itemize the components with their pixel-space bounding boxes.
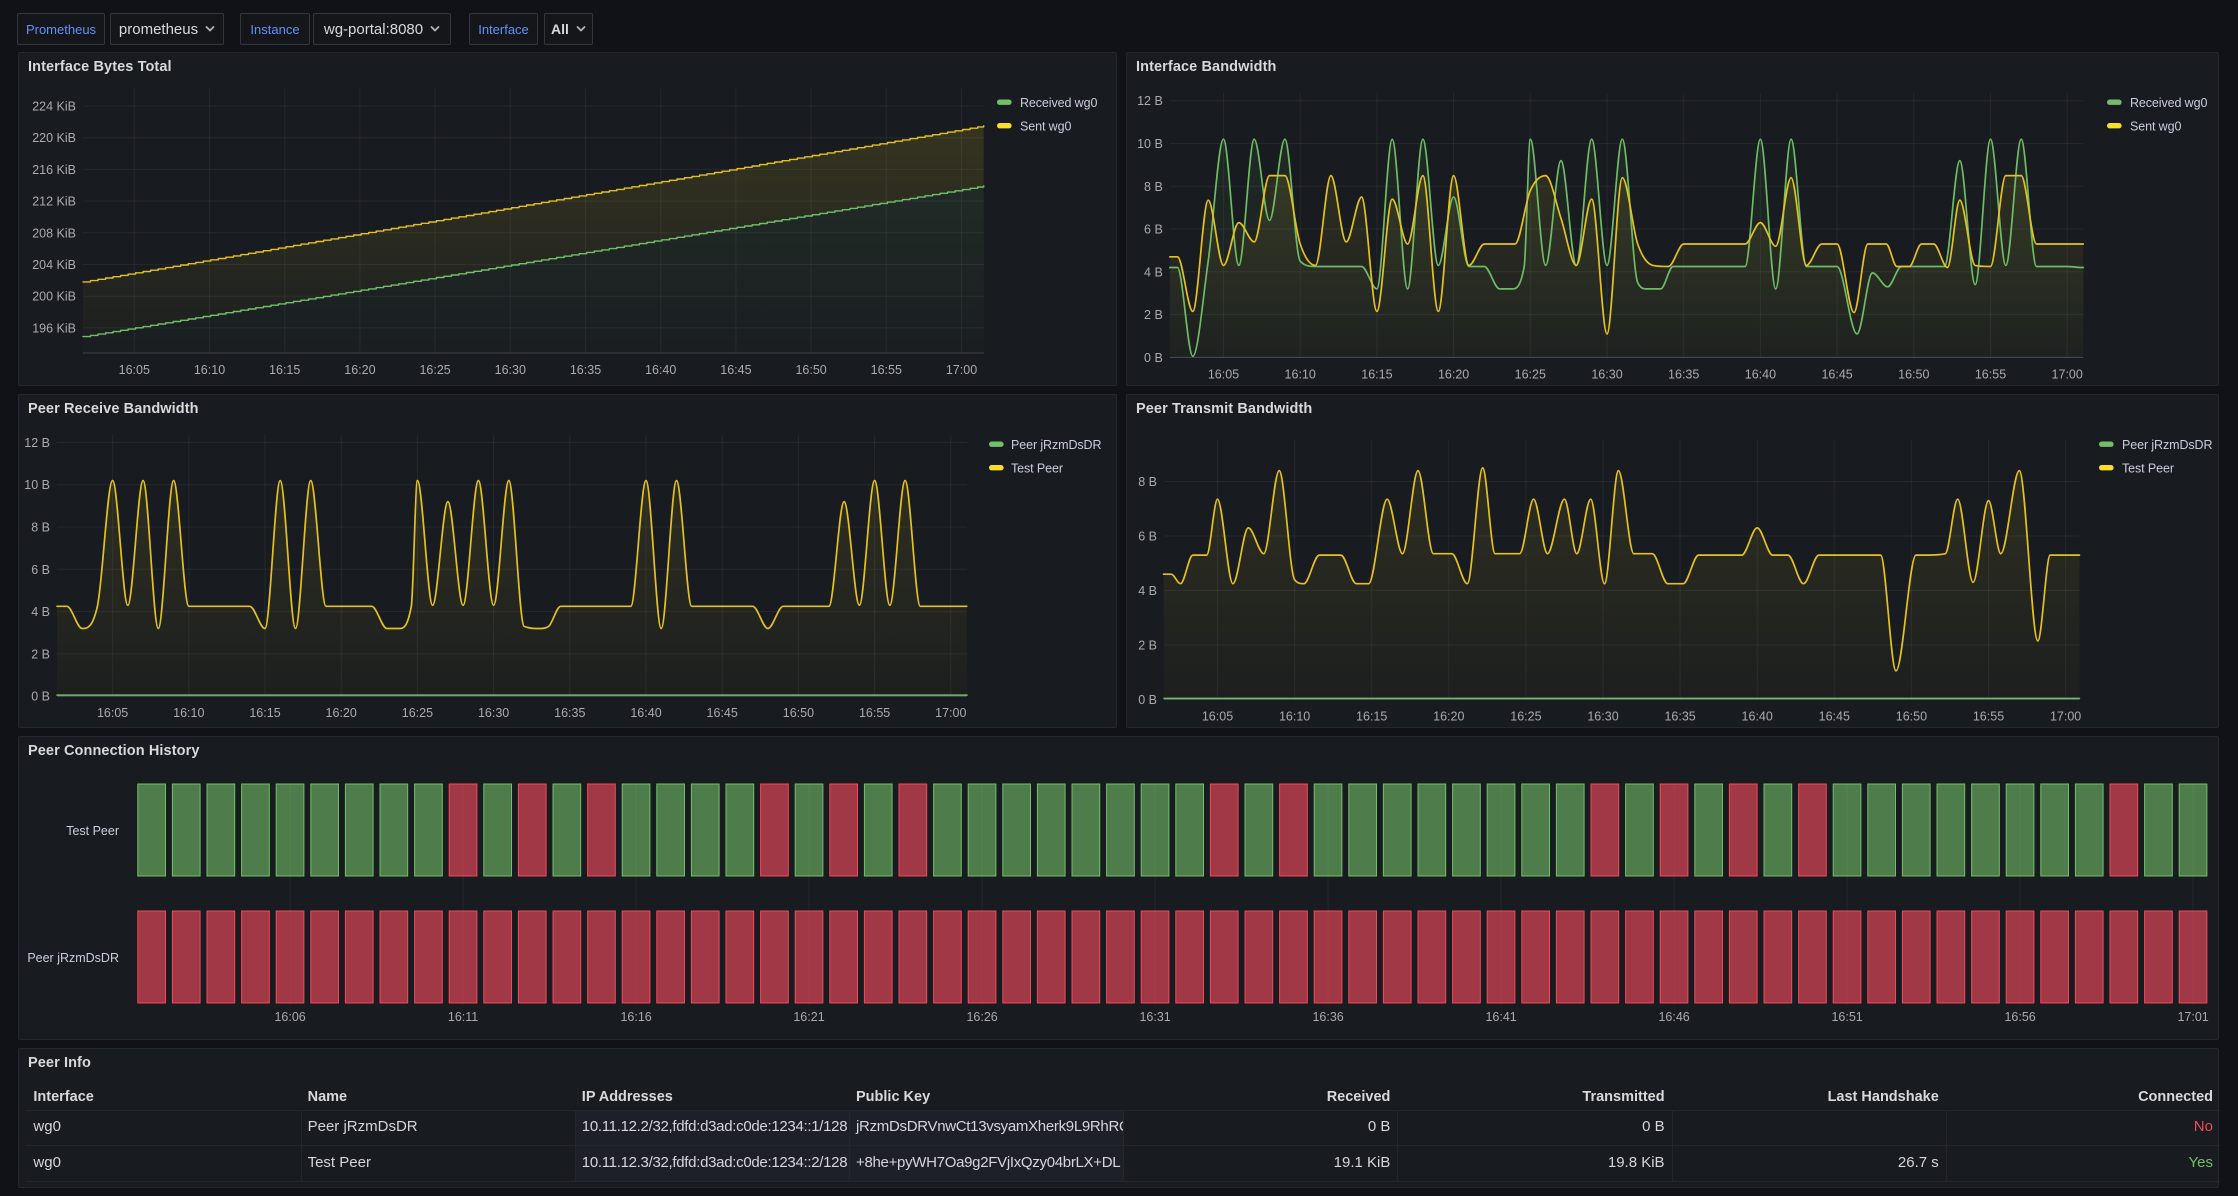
svg-text:16:05: 16:05 <box>97 706 128 720</box>
svg-text:16:51: 16:51 <box>1831 1010 1862 1024</box>
svg-text:16:20: 16:20 <box>1438 367 1469 381</box>
svg-text:4 B: 4 B <box>31 605 50 619</box>
svg-text:16:15: 16:15 <box>1356 710 1387 724</box>
svg-text:16:10: 16:10 <box>194 363 225 377</box>
svg-text:16:40: 16:40 <box>1742 710 1773 724</box>
svg-text:16:45: 16:45 <box>720 363 751 377</box>
svg-text:Peer jRzmDsDR: Peer jRzmDsDR <box>2122 438 2212 452</box>
svg-text:8 B: 8 B <box>1144 180 1163 194</box>
svg-text:16:30: 16:30 <box>1591 367 1622 381</box>
svg-text:0 B: 0 B <box>1138 693 1157 707</box>
svg-text:16:46: 16:46 <box>1658 1010 1689 1024</box>
svg-text:16:05: 16:05 <box>1202 710 1233 724</box>
svg-text:220 KiB: 220 KiB <box>32 131 76 145</box>
svg-text:16:10: 16:10 <box>1279 710 1310 724</box>
svg-text:16:40: 16:40 <box>1745 367 1776 381</box>
svg-text:200 KiB: 200 KiB <box>32 290 76 304</box>
svg-text:16:05: 16:05 <box>1208 367 1239 381</box>
svg-text:2 B: 2 B <box>1138 639 1157 653</box>
svg-text:6 B: 6 B <box>1138 530 1157 544</box>
svg-text:16:30: 16:30 <box>478 706 509 720</box>
svg-text:16:55: 16:55 <box>1975 367 2006 381</box>
svg-text:16:35: 16:35 <box>1664 710 1695 724</box>
svg-text:10 B: 10 B <box>24 478 50 492</box>
svg-text:Received wg0: Received wg0 <box>2130 96 2207 110</box>
svg-text:Test Peer: Test Peer <box>1011 462 1063 476</box>
svg-text:16:31: 16:31 <box>1139 1010 1170 1024</box>
svg-text:10 B: 10 B <box>1137 137 1163 151</box>
svg-text:16:50: 16:50 <box>783 706 814 720</box>
svg-text:16:25: 16:25 <box>419 363 450 377</box>
svg-text:224 KiB: 224 KiB <box>32 100 76 114</box>
svg-text:16:10: 16:10 <box>173 706 204 720</box>
svg-text:16:35: 16:35 <box>1668 367 1699 381</box>
svg-text:16:15: 16:15 <box>249 706 280 720</box>
svg-text:16:35: 16:35 <box>570 363 601 377</box>
svg-text:17:00: 17:00 <box>2050 710 2081 724</box>
svg-text:16:30: 16:30 <box>1587 710 1618 724</box>
svg-text:16:45: 16:45 <box>1819 710 1850 724</box>
svg-text:16:21: 16:21 <box>793 1010 824 1024</box>
svg-text:16:20: 16:20 <box>1433 710 1464 724</box>
svg-text:17:00: 17:00 <box>935 706 966 720</box>
svg-text:16:45: 16:45 <box>707 706 738 720</box>
svg-text:16:55: 16:55 <box>1973 710 2004 724</box>
svg-text:16:20: 16:20 <box>344 363 375 377</box>
svg-text:16:55: 16:55 <box>871 363 902 377</box>
svg-text:Test Peer: Test Peer <box>66 824 119 838</box>
svg-text:2 B: 2 B <box>1144 308 1163 322</box>
svg-text:17:01: 17:01 <box>2177 1010 2208 1024</box>
svg-text:16:05: 16:05 <box>119 363 150 377</box>
svg-text:208 KiB: 208 KiB <box>32 226 76 240</box>
svg-text:16:41: 16:41 <box>1485 1010 1516 1024</box>
svg-text:2 B: 2 B <box>31 647 50 661</box>
svg-text:212 KiB: 212 KiB <box>32 195 76 209</box>
svg-text:16:26: 16:26 <box>966 1010 997 1024</box>
svg-text:Peer jRzmDsDR: Peer jRzmDsDR <box>27 951 119 965</box>
svg-text:Sent wg0: Sent wg0 <box>1020 120 1071 134</box>
svg-text:Peer jRzmDsDR: Peer jRzmDsDR <box>1011 438 1101 452</box>
svg-text:12 B: 12 B <box>1137 94 1163 108</box>
svg-text:16:56: 16:56 <box>2004 1010 2035 1024</box>
svg-text:16:50: 16:50 <box>1898 367 1929 381</box>
svg-text:6 B: 6 B <box>31 563 50 577</box>
svg-text:6 B: 6 B <box>1144 223 1163 237</box>
svg-text:16:20: 16:20 <box>326 706 357 720</box>
svg-text:0 B: 0 B <box>1144 351 1163 365</box>
svg-text:16:15: 16:15 <box>269 363 300 377</box>
svg-text:16:40: 16:40 <box>645 363 676 377</box>
svg-text:196 KiB: 196 KiB <box>32 321 76 335</box>
svg-text:16:16: 16:16 <box>620 1010 651 1024</box>
svg-text:17:00: 17:00 <box>2052 367 2083 381</box>
svg-text:16:36: 16:36 <box>1312 1010 1343 1024</box>
svg-text:16:40: 16:40 <box>630 706 661 720</box>
svg-text:16:10: 16:10 <box>1285 367 1316 381</box>
svg-text:16:25: 16:25 <box>1515 367 1546 381</box>
svg-text:Received wg0: Received wg0 <box>1020 96 1097 110</box>
svg-text:17:00: 17:00 <box>946 363 977 377</box>
svg-text:8 B: 8 B <box>31 521 50 535</box>
svg-text:8 B: 8 B <box>1138 475 1157 489</box>
svg-text:204 KiB: 204 KiB <box>32 258 76 272</box>
svg-text:16:11: 16:11 <box>448 1010 478 1024</box>
svg-text:16:06: 16:06 <box>274 1010 305 1024</box>
svg-text:16:25: 16:25 <box>402 706 433 720</box>
svg-text:16:35: 16:35 <box>554 706 585 720</box>
svg-text:4 B: 4 B <box>1138 584 1157 598</box>
svg-text:16:45: 16:45 <box>1821 367 1852 381</box>
svg-text:0 B: 0 B <box>31 690 50 704</box>
svg-text:16:15: 16:15 <box>1361 367 1392 381</box>
svg-text:4 B: 4 B <box>1144 265 1163 279</box>
svg-text:16:50: 16:50 <box>795 363 826 377</box>
svg-text:16:55: 16:55 <box>859 706 890 720</box>
svg-text:16:30: 16:30 <box>495 363 526 377</box>
svg-text:16:25: 16:25 <box>1510 710 1541 724</box>
svg-text:216 KiB: 216 KiB <box>32 163 76 177</box>
svg-text:Sent wg0: Sent wg0 <box>2130 120 2181 134</box>
svg-text:Test Peer: Test Peer <box>2122 462 2174 476</box>
svg-text:16:50: 16:50 <box>1896 710 1927 724</box>
svg-text:12 B: 12 B <box>24 436 50 450</box>
